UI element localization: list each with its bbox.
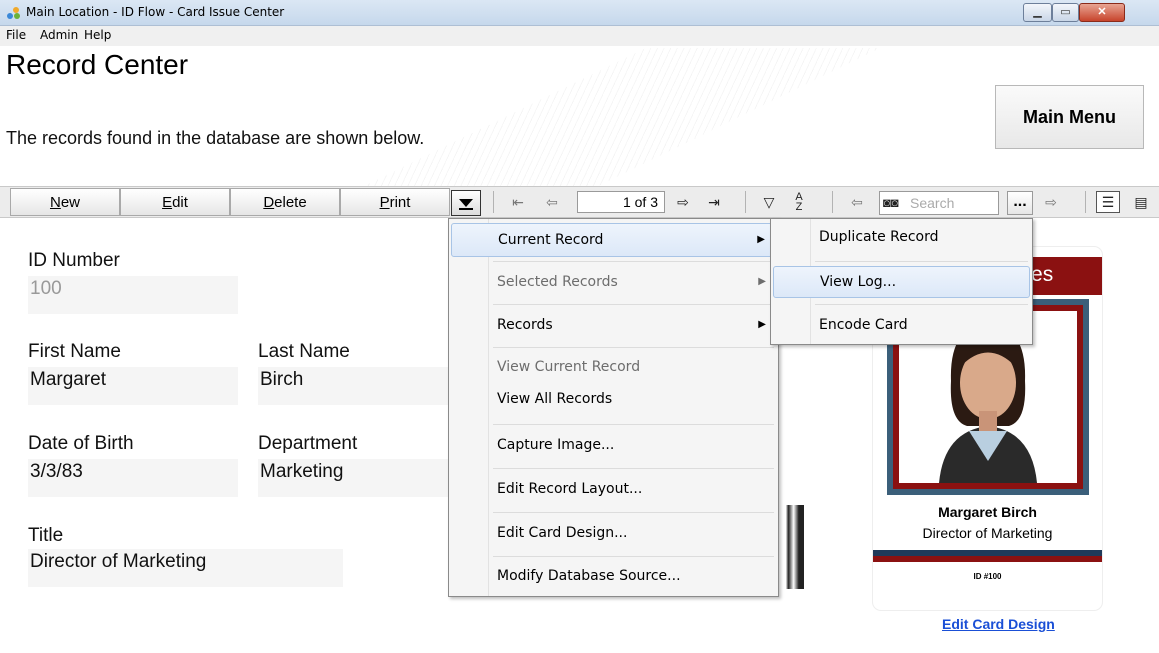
menu-view-all-records[interactable]: View All Records xyxy=(451,389,776,411)
department-label: Department xyxy=(258,433,358,454)
minimize-button[interactable]: ▁ xyxy=(1023,3,1052,22)
menu-file[interactable]: File xyxy=(6,28,26,42)
menu-encode-card[interactable]: Encode Card xyxy=(773,315,1030,337)
menu-capture-image[interactable]: Capture Image... xyxy=(451,435,776,457)
menu-bar: File Admin Help xyxy=(0,26,1159,46)
maximize-icon: ▭ xyxy=(1060,6,1071,18)
title-field[interactable]: Director of Marketing xyxy=(28,549,343,587)
list-view-icon[interactable]: ▤ xyxy=(1129,191,1153,213)
title-bar: Main Location - ID Flow - Card Issue Cen… xyxy=(0,0,1159,26)
first-name-field[interactable]: Margaret xyxy=(28,367,238,405)
decorative-lines xyxy=(360,48,880,188)
actions-menu: Current Record ▶ Selected Records ▶ Reco… xyxy=(448,218,779,597)
title-label: Title xyxy=(28,525,64,546)
id-number-label: ID Number xyxy=(28,250,120,271)
edit-card-design-link[interactable]: Edit Card Design xyxy=(942,616,1055,632)
print-button[interactable]: Print xyxy=(340,188,450,216)
submenu-arrow-icon: ▶ xyxy=(758,276,766,287)
minimize-icon: ▁ xyxy=(1033,6,1042,18)
card-id-number: ID #100 xyxy=(973,572,1002,581)
more-actions-button[interactable] xyxy=(451,190,481,216)
search-placeholder: Search xyxy=(910,195,955,211)
menu-records[interactable]: Records ▶ xyxy=(451,309,776,343)
new-button[interactable]: New xyxy=(10,188,120,216)
search-options-button[interactable]: ... xyxy=(1007,191,1033,215)
menu-modify-database-source[interactable]: Modify Database Source... xyxy=(451,566,776,588)
next-record-icon[interactable]: ⇨ xyxy=(671,191,695,213)
card-holder-name: Margaret Birch xyxy=(938,504,1037,520)
date-of-birth-label: Date of Birth xyxy=(28,433,134,454)
menu-selected-records[interactable]: Selected Records ▶ xyxy=(451,266,776,300)
menu-admin[interactable]: Admin xyxy=(40,28,78,42)
last-name-label: Last Name xyxy=(258,341,350,362)
form-view-icon[interactable]: ☰ xyxy=(1096,191,1120,213)
menu-help[interactable]: Help xyxy=(84,28,111,42)
toolbar: New Edit Delete Print ⇤ ⇦ 1 of 3 ⇨ ⇥ ▽ A… xyxy=(0,186,1159,218)
filter-icon[interactable]: ▽ xyxy=(758,191,780,213)
binoculars-icon: ◙◙ xyxy=(883,195,899,210)
delete-button[interactable]: Delete xyxy=(230,188,340,216)
search-input[interactable]: ◙◙ Search xyxy=(879,191,999,215)
record-photo xyxy=(778,505,804,589)
main-menu-button[interactable]: Main Menu xyxy=(995,85,1144,149)
menu-edit-card-design[interactable]: Edit Card Design... xyxy=(451,523,776,545)
page-indicator[interactable]: 1 of 3 xyxy=(577,191,665,213)
page-title: Record Center xyxy=(6,49,189,80)
previous-record-icon[interactable]: ⇦ xyxy=(540,191,564,213)
department-field[interactable]: Marketing xyxy=(258,459,448,497)
first-record-icon[interactable]: ⇤ xyxy=(506,191,530,213)
current-record-submenu: Duplicate Record View Log... Encode Card xyxy=(770,218,1033,345)
maximize-button[interactable]: ▭ xyxy=(1052,3,1079,22)
edit-button[interactable]: Edit xyxy=(120,188,230,216)
submenu-arrow-icon: ▶ xyxy=(757,234,765,245)
close-icon: ✕ xyxy=(1097,6,1107,18)
menu-view-log[interactable]: View Log... xyxy=(773,266,1030,298)
page-subtitle: The records found in the database are sh… xyxy=(6,128,425,148)
last-name-field[interactable]: Birch xyxy=(258,367,448,405)
search-previous-icon[interactable]: ⇦ xyxy=(845,191,869,213)
search-next-icon[interactable]: ⇨ xyxy=(1039,191,1063,213)
submenu-arrow-icon: ▶ xyxy=(758,319,766,330)
first-name-label: First Name xyxy=(28,341,121,362)
card-holder-title: Director of Marketing xyxy=(922,525,1053,541)
id-number-field[interactable]: 100 xyxy=(28,276,238,314)
menu-view-current-record[interactable]: View Current Record xyxy=(451,357,776,379)
menu-current-record[interactable]: Current Record ▶ xyxy=(451,223,776,257)
window-title: Main Location - ID Flow - Card Issue Cen… xyxy=(26,5,285,19)
date-of-birth-field[interactable]: 3/3/83 xyxy=(28,459,238,497)
last-record-icon[interactable]: ⇥ xyxy=(701,191,727,213)
sort-icon[interactable]: AZ xyxy=(788,191,810,213)
close-button[interactable]: ✕ xyxy=(1079,3,1125,22)
menu-edit-record-layout[interactable]: Edit Record Layout... xyxy=(451,479,776,501)
app-icon xyxy=(7,7,20,19)
dropdown-arrow-icon xyxy=(459,199,473,207)
menu-duplicate-record[interactable]: Duplicate Record xyxy=(773,227,1030,249)
